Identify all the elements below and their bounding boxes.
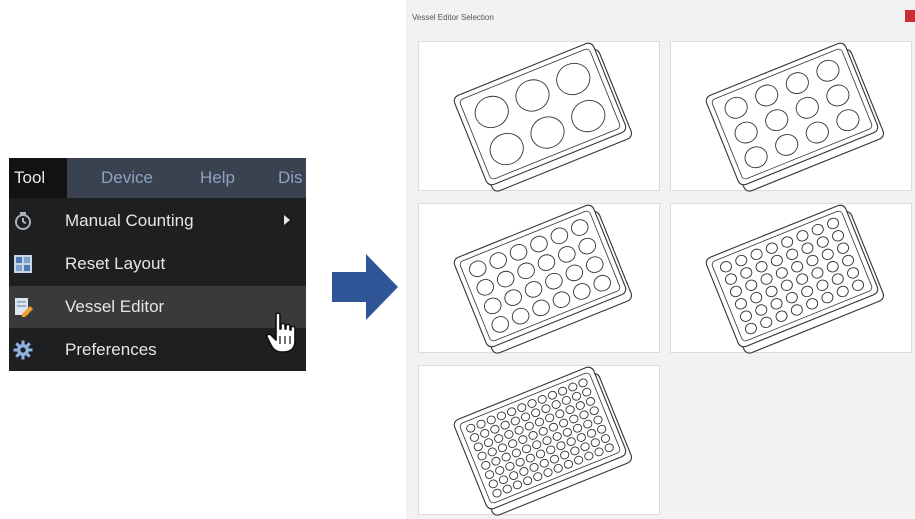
plate-tile-96-well[interactable] <box>418 365 660 516</box>
counter-icon <box>15 212 31 230</box>
menu-item-label: Preferences <box>65 340 157 359</box>
hand-cursor-icon <box>266 312 296 353</box>
forty-eight-well-plate-icon <box>705 204 885 354</box>
plate-tile-24-well[interactable] <box>418 203 660 354</box>
menu-dis[interactable]: Dis <box>278 158 303 198</box>
menu-item-manual-counting[interactable]: Manual Counting <box>9 200 306 242</box>
reset-layout-icon <box>14 255 32 273</box>
vessel-editor-selection-dialog: Vessel Editor Selection <box>406 0 915 519</box>
vessel-editor-icon <box>15 298 33 317</box>
dialog-title: Vessel Editor Selection <box>412 13 494 22</box>
ninety-six-well-plate-icon <box>453 366 633 516</box>
menu-item-label: Vessel Editor <box>65 297 165 316</box>
menu-device[interactable]: Device <box>101 158 153 198</box>
twelve-well-plate-icon <box>705 42 885 192</box>
menu-tool[interactable]: Tool <box>9 158 67 198</box>
tool-menu-screenshot: Tool Device Help Dis Manual Counting Res… <box>9 158 306 371</box>
six-well-plate-icon <box>453 42 633 192</box>
plate-tile-12-well[interactable] <box>670 41 912 192</box>
twenty-four-well-plate-icon <box>453 204 633 354</box>
plate-tile-48-well[interactable] <box>670 203 912 354</box>
menu-item-label: Manual Counting <box>65 211 194 230</box>
close-button[interactable] <box>905 10 915 22</box>
menu-item-vessel-editor[interactable]: Vessel Editor <box>9 286 306 328</box>
menu-item-preferences[interactable]: Preferences <box>9 329 306 371</box>
gear-icon <box>13 340 33 360</box>
submenu-arrow-icon <box>284 215 290 225</box>
menu-bar: Tool Device Help Dis <box>9 158 306 198</box>
menu-item-label: Reset Layout <box>65 254 166 273</box>
right-arrow-icon <box>332 254 398 320</box>
plate-tile-6-well[interactable] <box>418 41 660 192</box>
menu-help[interactable]: Help <box>200 158 235 198</box>
menu-item-reset-layout[interactable]: Reset Layout <box>9 243 306 285</box>
